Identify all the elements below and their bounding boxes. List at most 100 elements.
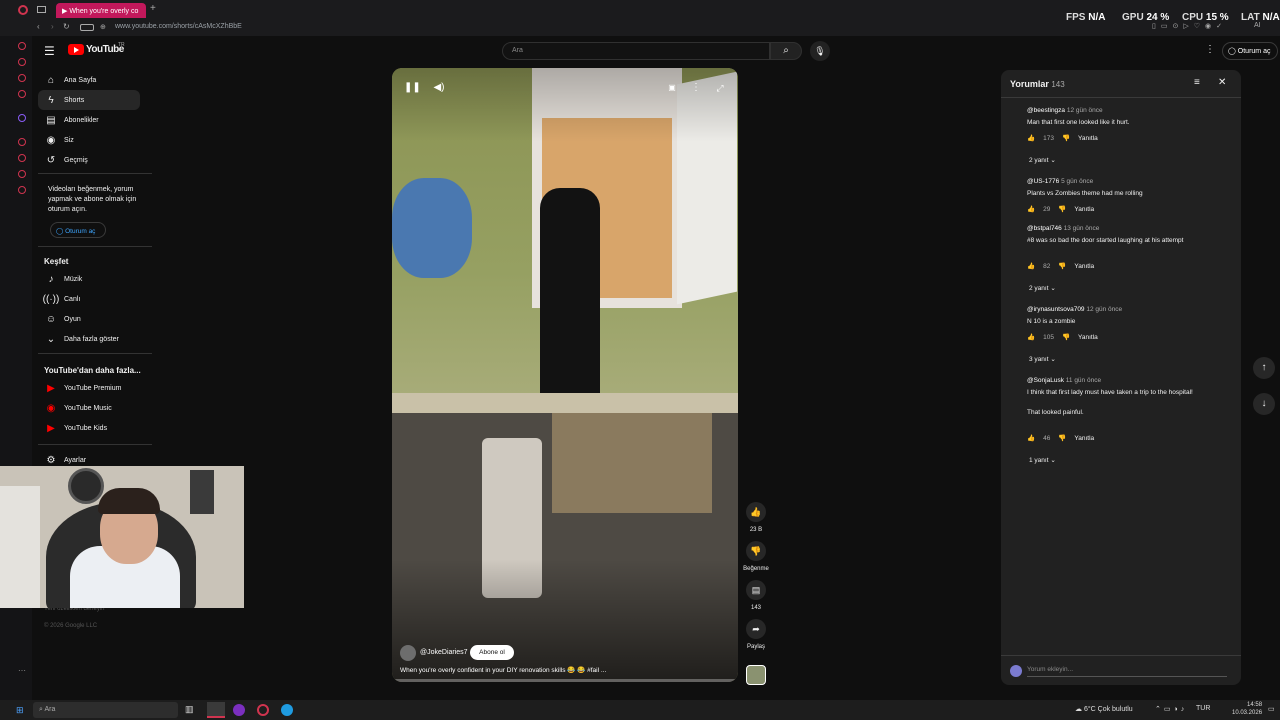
opera-sidebar-icon[interactable]	[18, 138, 26, 146]
previous-short-button[interactable]: ↑	[1253, 357, 1275, 379]
opera-logo-icon[interactable]	[18, 5, 28, 15]
thumbs-up-icon[interactable]: 👍	[1027, 206, 1035, 213]
pause-icon[interactable]: ❚❚	[404, 80, 421, 96]
channel-name[interactable]: @JokeDiaries7	[420, 649, 468, 656]
thumbs-down-icon: 👎	[750, 546, 762, 556]
opera-sidebar-icon[interactable]	[18, 58, 26, 66]
more-icon[interactable]: ⋯	[18, 666, 26, 675]
sidebar-item-show-more[interactable]: ⌄ Daha fazla göster	[38, 329, 140, 349]
music-icon: ♪	[48, 273, 54, 285]
weather-widget[interactable]: ☁ 6°C Çok bulutlu	[1075, 705, 1133, 713]
thumbs-up-icon[interactable]: 👍	[1027, 135, 1035, 142]
reply-button[interactable]: Yanıtla	[1074, 435, 1094, 442]
reply-button[interactable]: Yanıtla	[1078, 334, 1098, 341]
thumbs-down-icon[interactable]: 👎	[1062, 334, 1070, 341]
system-tray-icons[interactable]: ⌃▭◑♪	[1155, 705, 1187, 713]
share-button[interactable]: ➦	[746, 619, 766, 639]
sidebar-item-shorts[interactable]: ϟ Shorts	[38, 90, 140, 110]
twitch-icon[interactable]	[18, 114, 26, 122]
reply-button[interactable]: Yanıtla	[1078, 135, 1098, 142]
captions-icon[interactable]: ▣	[664, 80, 680, 96]
divider	[1001, 97, 1241, 98]
forward-icon[interactable]: ›	[51, 22, 54, 31]
subscribe-button[interactable]: Abone ol	[470, 645, 514, 660]
replies-toggle[interactable]: 3 yanıt ⌄	[1029, 355, 1056, 363]
opera-sidebar-icon[interactable]	[18, 186, 26, 194]
shorts-video-player[interactable]: ❚❚ ◀) ▣ ⋮ ⤢ @JokeDiaries7 Abone ol When …	[392, 68, 738, 682]
ai-label[interactable]: AI	[1254, 22, 1261, 29]
thumbs-down-icon[interactable]: 👎	[1058, 435, 1066, 442]
search-input[interactable]: Ara	[502, 42, 770, 60]
search-button[interactable]: ⌕	[770, 42, 802, 60]
dislike-button[interactable]: 👎	[746, 541, 766, 561]
next-short-button[interactable]: ↓	[1253, 393, 1275, 415]
thumbs-down-icon[interactable]: 👎	[1062, 135, 1070, 142]
taskbar-search[interactable]: ⌕ Ara	[33, 702, 178, 718]
sidebar-item-history[interactable]: ↺ Geçmiş	[38, 150, 140, 170]
voice-search-button[interactable]: 🎙	[810, 41, 830, 61]
subscriptions-icon: ▤	[46, 114, 56, 126]
clock[interactable]: 14:58 10.03.2026	[1232, 701, 1262, 717]
replies-toggle[interactable]: 2 yanıt ⌄	[1029, 284, 1056, 292]
opera-sidebar-icon[interactable]	[18, 74, 26, 82]
sidebar-item-premium[interactable]: ▶ YouTube Premium	[38, 378, 140, 398]
sidebar-item-you[interactable]: ◉ Siz	[38, 130, 140, 150]
back-icon[interactable]: ‹	[37, 22, 40, 31]
reply-button[interactable]: Yanıtla	[1074, 206, 1094, 213]
progress-bar[interactable]	[392, 679, 738, 682]
tab-active[interactable]: ▶ When you're overly co	[56, 3, 146, 18]
more-vert-icon[interactable]: ⋮	[688, 80, 704, 96]
comment-item: @bstpal746 13 gün önce #8 was so bad the…	[1027, 225, 1184, 270]
thumbs-down-icon[interactable]: 👎	[1058, 206, 1066, 213]
thumbs-up-icon[interactable]: 👍	[1027, 334, 1035, 341]
sidebar-item-music-app[interactable]: ◉ YouTube Music	[38, 398, 140, 418]
thumbs-up-icon[interactable]: 👍	[1027, 435, 1035, 442]
signin-button[interactable]: ◯ Oturum aç	[1222, 42, 1278, 60]
close-icon[interactable]: ✕	[1218, 77, 1226, 88]
vpn-icon[interactable]	[80, 24, 94, 31]
opera-taskbar-icon[interactable]	[207, 702, 225, 718]
sidebar-item-live[interactable]: ((·)) Canlı	[38, 289, 140, 309]
youtube-logo-icon[interactable]	[68, 44, 84, 55]
opera-sidebar-icon[interactable]	[18, 170, 26, 178]
sound-thumbnail[interactable]	[746, 665, 766, 685]
task-view-icon[interactable]: ▥	[185, 704, 194, 715]
reload-icon[interactable]: ↻	[63, 22, 70, 31]
sort-icon[interactable]: ≡	[1194, 77, 1200, 88]
copyright: © 2026 Google LLC	[44, 623, 98, 629]
opera-sidebar-icon[interactable]	[18, 42, 26, 50]
replies-toggle[interactable]: 1 yanıt ⌄	[1029, 456, 1056, 464]
volume-icon[interactable]: ◀)	[431, 80, 447, 96]
edge-taskbar-icon[interactable]	[281, 704, 293, 716]
channel-avatar[interactable]	[400, 645, 416, 661]
sidebar-item-subscriptions[interactable]: ▤ Abonelikler	[38, 110, 140, 130]
browser-tab-bar: ▶ When you're overly co + FPS N/A GPU 24…	[0, 0, 1280, 23]
app-taskbar-icon[interactable]	[233, 704, 245, 716]
sidebar-item-gaming[interactable]: ☺ Oyun	[38, 309, 140, 329]
comments-button[interactable]: ▤	[746, 580, 766, 600]
opera-sidebar-icon[interactable]	[18, 90, 26, 98]
video-caption[interactable]: When you're overly confident in your DIY…	[400, 666, 606, 674]
opera-sidebar-icon[interactable]	[18, 154, 26, 162]
add-comment-input[interactable]: Yorum ekleyin...	[1027, 666, 1227, 677]
opera-gx-taskbar-icon[interactable]	[257, 704, 269, 716]
notification-icon[interactable]: ▭	[1268, 705, 1275, 713]
thumbs-up-icon[interactable]: 👍	[1027, 263, 1035, 270]
sidebar-item-kids[interactable]: ▶ YouTube Kids	[38, 418, 140, 438]
workspace-icon[interactable]	[37, 6, 46, 13]
sidebar-item-music[interactable]: ♪ Müzik	[38, 269, 140, 289]
menu-icon[interactable]: ☰	[44, 44, 55, 58]
replies-toggle[interactable]: 2 yanıt ⌄	[1029, 156, 1056, 164]
like-button[interactable]: 👍	[746, 502, 766, 522]
language-indicator[interactable]: TUR	[1196, 705, 1210, 712]
sidebar-signin-button[interactable]: ◯ Oturum aç	[50, 222, 106, 238]
fullscreen-icon[interactable]: ⤢	[712, 80, 728, 96]
toolbar-extension-icons[interactable]: ▯▭⊙▷♡◉✓	[1152, 22, 1227, 30]
new-tab-button[interactable]: +	[150, 3, 156, 14]
windows-start-icon[interactable]: ⊞	[16, 705, 24, 716]
reply-button[interactable]: Yanıtla	[1074, 263, 1094, 270]
url-field[interactable]: www.youtube.com/shorts/cAsMcXZhBbE	[115, 23, 242, 30]
settings-menu-icon[interactable]: ⋮	[1205, 44, 1215, 55]
thumbs-down-icon[interactable]: 👎	[1058, 263, 1066, 270]
sidebar-item-home[interactable]: ⌂ Ana Sayfa	[38, 70, 140, 90]
